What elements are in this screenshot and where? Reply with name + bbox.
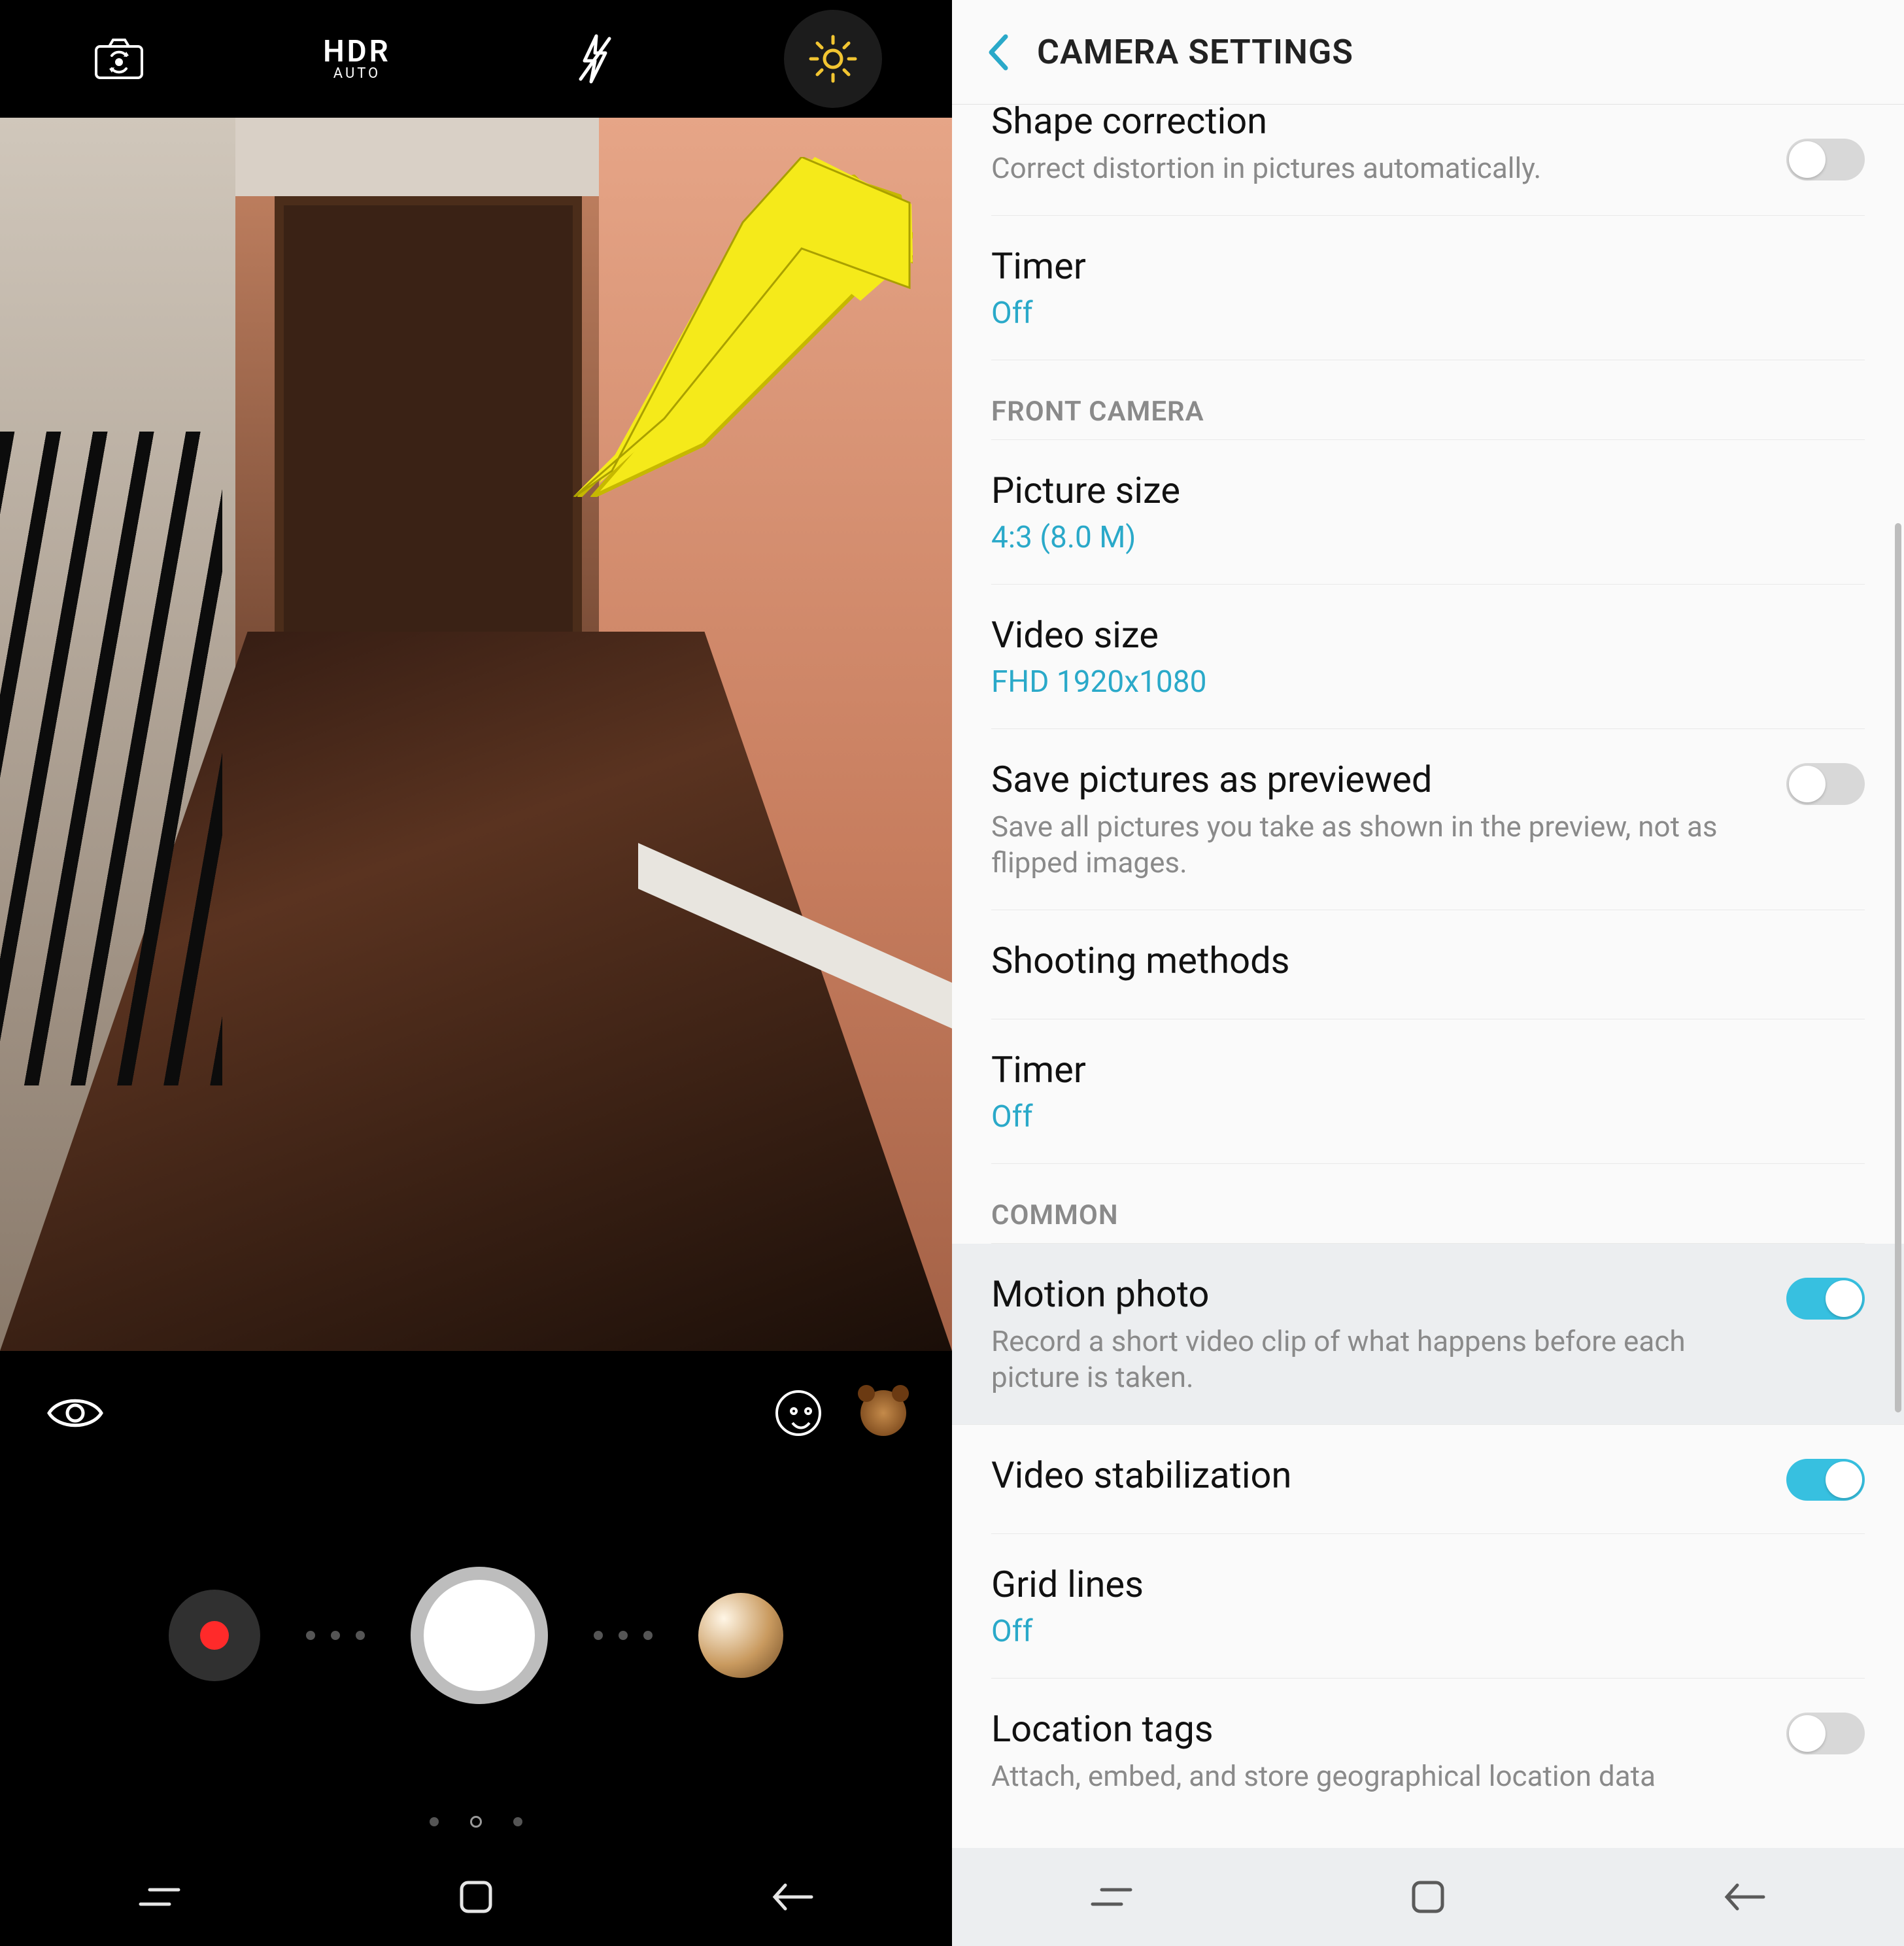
mode-dots-left bbox=[306, 1631, 365, 1640]
toggle-shape-correction[interactable] bbox=[1786, 139, 1865, 180]
hdr-toggle[interactable]: HDR AUTO bbox=[238, 37, 476, 81]
android-navbar-left bbox=[0, 1848, 952, 1946]
row-location-tags[interactable]: Location tags Attach, embed, and store g… bbox=[991, 1679, 1865, 1823]
row-shape-correction[interactable]: Shape correction Correct distortion in p… bbox=[991, 105, 1865, 216]
camera-bottom-bar bbox=[0, 1351, 952, 1848]
row-value: Off bbox=[991, 296, 1865, 331]
row-title: Location tags bbox=[991, 1707, 1760, 1750]
row-motion-photo[interactable]: Motion photo Record a short video clip o… bbox=[952, 1244, 1904, 1425]
row-subtitle: Save all pictures you take as shown in t… bbox=[991, 809, 1760, 881]
row-video-stabilization[interactable]: Video stabilization bbox=[991, 1425, 1865, 1534]
home-button[interactable] bbox=[1408, 1877, 1448, 1917]
page-indicator bbox=[0, 1796, 952, 1848]
row-value: 4:3 (8.0 M) bbox=[991, 520, 1865, 555]
camera-app-pane: HDR AUTO bbox=[0, 0, 952, 1946]
home-button[interactable] bbox=[456, 1877, 496, 1917]
row-title: Timer bbox=[991, 245, 1865, 288]
row-title: Video stabilization bbox=[991, 1454, 1760, 1497]
row-shooting-methods[interactable]: Shooting methods bbox=[991, 910, 1865, 1019]
toggle-location-tags[interactable] bbox=[1786, 1713, 1865, 1754]
row-value: FHD 1920x1080 bbox=[991, 664, 1865, 700]
back-button[interactable] bbox=[1722, 1879, 1767, 1915]
settings-title: CAMERA SETTINGS bbox=[1037, 32, 1353, 72]
back-button[interactable] bbox=[770, 1879, 815, 1915]
recents-button[interactable] bbox=[137, 1879, 182, 1915]
section-common: COMMON bbox=[991, 1164, 1865, 1244]
row-value: Off bbox=[991, 1614, 1865, 1649]
settings-list[interactable]: Shape correction Correct distortion in p… bbox=[952, 105, 1904, 1848]
settings-header: CAMERA SETTINGS bbox=[952, 0, 1904, 105]
back-chevron[interactable] bbox=[985, 33, 1011, 72]
row-title: Video size bbox=[991, 613, 1865, 657]
ar-sticker-bear-button[interactable] bbox=[860, 1390, 906, 1436]
row-subtitle: Record a short video clip of what happen… bbox=[991, 1323, 1760, 1395]
android-navbar-right bbox=[952, 1848, 1904, 1946]
row-value: Off bbox=[991, 1099, 1865, 1135]
row-title: Grid lines bbox=[991, 1563, 1865, 1606]
toggle-save-as-previewed[interactable] bbox=[1786, 763, 1865, 805]
row-timer-front[interactable]: Timer Off bbox=[991, 1019, 1865, 1164]
toggle-video-stabilization[interactable] bbox=[1786, 1459, 1865, 1501]
row-picture-size[interactable]: Picture size 4:3 (8.0 M) bbox=[991, 440, 1865, 585]
row-save-as-previewed[interactable]: Save pictures as previewed Save all pict… bbox=[991, 729, 1865, 910]
scrollbar[interactable] bbox=[1895, 523, 1901, 1412]
gallery-thumbnail[interactable] bbox=[698, 1593, 783, 1678]
row-title: Timer bbox=[991, 1048, 1865, 1091]
camera-settings-pane: CAMERA SETTINGS Shape correction Correct… bbox=[952, 0, 1904, 1946]
row-video-size[interactable]: Video size FHD 1920x1080 bbox=[991, 585, 1865, 729]
flash-toggle[interactable] bbox=[476, 33, 714, 84]
recents-button[interactable] bbox=[1089, 1879, 1134, 1915]
mode-dots-right bbox=[594, 1631, 653, 1640]
row-title: Shooting methods bbox=[991, 939, 1865, 982]
row-title: Motion photo bbox=[991, 1272, 1760, 1316]
row-subtitle: Attach, embed, and store geographical lo… bbox=[991, 1758, 1760, 1794]
row-timer-rear[interactable]: Timer Off bbox=[991, 216, 1865, 360]
row-title: Shape correction bbox=[991, 105, 1760, 143]
row-title: Picture size bbox=[991, 469, 1865, 512]
camera-top-toolbar: HDR AUTO bbox=[0, 0, 952, 118]
hdr-label: HDR bbox=[323, 37, 391, 67]
section-front-camera: FRONT CAMERA bbox=[991, 360, 1865, 440]
row-subtitle: Correct distortion in pictures automatic… bbox=[991, 150, 1760, 186]
shutter-button[interactable] bbox=[411, 1567, 548, 1704]
row-title: Save pictures as previewed bbox=[991, 758, 1760, 801]
viewfinder[interactable] bbox=[0, 118, 952, 1351]
record-video-button[interactable] bbox=[169, 1590, 260, 1681]
toggle-motion-photo[interactable] bbox=[1786, 1278, 1865, 1320]
gear-icon bbox=[806, 32, 860, 86]
settings-button[interactable] bbox=[714, 10, 952, 108]
row-grid-lines[interactable]: Grid lines Off bbox=[991, 1534, 1865, 1679]
ar-sticker-face-button[interactable] bbox=[775, 1390, 821, 1436]
bixby-vision-button[interactable] bbox=[46, 1393, 105, 1433]
switch-camera-button[interactable] bbox=[0, 37, 238, 80]
